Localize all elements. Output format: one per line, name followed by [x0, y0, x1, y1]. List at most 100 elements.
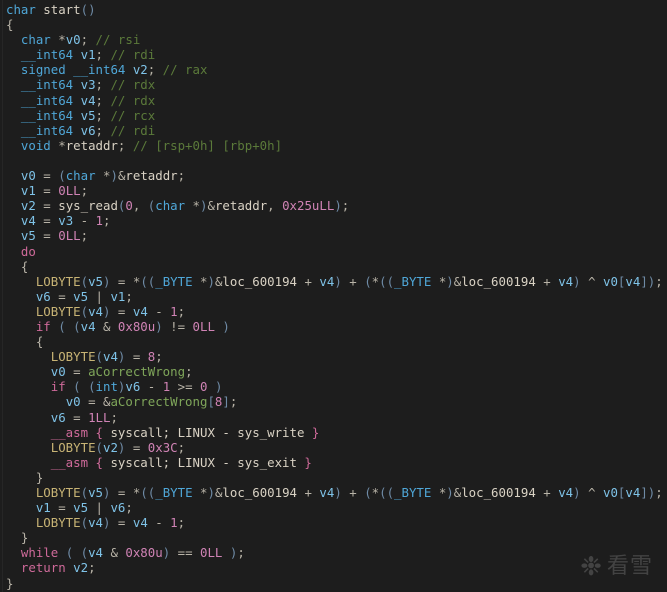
token-key: __int64 — [20, 122, 74, 138]
code-line[interactable]: return v2; — [0, 560, 667, 575]
token-op: = * — [110, 485, 141, 500]
code-line[interactable]: LOBYTE(v4) = v4 - 1; — [0, 515, 667, 530]
token-com: // rax — [155, 62, 208, 78]
code-line[interactable]: v5 = 0LL; — [0, 228, 667, 243]
code-line[interactable]: { — [0, 17, 667, 32]
code-line[interactable]: v0 = (char *)&retaddr; — [0, 168, 667, 183]
code-line[interactable]: char start() — [0, 2, 667, 17]
token-id: retaddr — [125, 168, 178, 184]
token-id — [6, 244, 21, 259]
token-op: = — [50, 500, 74, 516]
token-var: v4 — [132, 303, 148, 319]
code-line[interactable]: { — [0, 259, 667, 274]
token-punct: ) — [222, 545, 238, 561]
token-op: = — [125, 439, 148, 455]
code-line[interactable]: v1 = 0LL; — [0, 183, 667, 198]
token-op: , — [132, 198, 148, 214]
code-line[interactable]: if ( (v4 & 0x80u) != 0LL ) — [0, 319, 667, 334]
code-line[interactable]: __int64 v4; // rdx — [0, 93, 667, 108]
token-var: v5 — [88, 273, 103, 289]
token-var: v4 — [88, 303, 103, 319]
code-line[interactable]: LOBYTE(v2) = 0x3C; — [0, 440, 667, 455]
token-id — [6, 319, 36, 334]
token-flow: return — [20, 560, 66, 576]
token-id — [6, 364, 51, 379]
token-id — [6, 410, 51, 425]
token-id — [6, 93, 21, 108]
token-punct: ( — [364, 485, 372, 500]
token-op: ; — [125, 500, 133, 516]
code-line[interactable]: LOBYTE(v4) = 8; — [0, 349, 667, 364]
code-line[interactable]: LOBYTE(v5) = *((_BYTE *)&loc_600194 + v4… — [0, 485, 667, 500]
token-op: = — [35, 213, 59, 229]
token-op: ; — [95, 77, 103, 93]
code-line[interactable]: __int64 v5; // rcx — [0, 108, 667, 123]
token-op: ; — [177, 168, 186, 184]
token-op: + — [535, 273, 559, 289]
token-var: v0 — [603, 485, 618, 500]
token-brace: { — [35, 334, 44, 350]
code-line[interactable]: v6 = 1LL; — [0, 410, 667, 425]
code-line[interactable]: do — [0, 244, 667, 259]
token-num: 1LL — [88, 409, 111, 425]
token-com: // rsi — [88, 32, 141, 48]
token-id — [6, 425, 51, 440]
token-punct: ) — [573, 273, 581, 289]
token-var: v5 — [80, 107, 96, 123]
token-str: aCorrectWrong — [88, 364, 186, 380]
token-id — [6, 62, 21, 77]
code-line[interactable]: v6 = v5 | v1; — [0, 289, 667, 304]
code-line[interactable]: void *retaddr; // [rsp+0h] [rbp+0h] — [0, 138, 667, 153]
token-num: 0 — [125, 198, 133, 214]
code-line[interactable]: LOBYTE(v5) = *((_BYTE *)&loc_600194 + v4… — [0, 274, 667, 289]
code-line[interactable]: v0 = aCorrectWrong; — [0, 364, 667, 379]
code-line[interactable]: __int64 v1; // rdi — [0, 47, 667, 62]
token-op: ; — [229, 394, 238, 410]
code-line[interactable]: } — [0, 530, 667, 545]
token-punct: ]) — [640, 273, 656, 289]
code-line[interactable]: __asm { syscall; LINUX - sys_write } — [0, 425, 667, 440]
token-op: = — [125, 349, 148, 365]
code-line[interactable]: __asm { syscall; LINUX - sys_exit } — [0, 455, 667, 470]
code-line[interactable]: LOBYTE(v4) = v4 - 1; — [0, 304, 667, 319]
token-op: | — [88, 288, 111, 304]
token-op: , — [267, 198, 283, 214]
code-line[interactable]: v4 = v3 - 1; — [0, 213, 667, 228]
token-brace: } — [20, 530, 29, 546]
token-var: v2 — [20, 198, 36, 214]
code-line[interactable]: char *v0; // rsi — [0, 32, 667, 47]
token-var: v0 — [65, 32, 81, 48]
token-punct: ) — [334, 485, 342, 500]
token-op: & — [95, 318, 118, 334]
token-op: = — [50, 288, 74, 304]
code-line[interactable]: { — [0, 334, 667, 349]
code-line[interactable]: v2 = sys_read(0, (char *)&retaddr, 0x25u… — [0, 198, 667, 213]
code-line[interactable]: } — [0, 576, 667, 591]
code-line-list[interactable]: char start(){ char *v0; // rsi __int64 v… — [0, 2, 667, 591]
code-line[interactable]: v0 = &aCorrectWrong[8]; — [0, 394, 667, 409]
token-com: // rcx — [103, 107, 156, 123]
token-op: ; — [185, 364, 193, 380]
code-line[interactable]: } — [0, 470, 667, 485]
token-var: v2 — [103, 439, 118, 455]
token-flow: do — [20, 243, 36, 259]
code-line[interactable]: while ( (v4 & 0x80u) == 0LL ); — [0, 545, 667, 560]
token-flow: if — [50, 379, 66, 395]
token-key: char — [6, 2, 36, 17]
token-var: v4 — [558, 485, 574, 500]
pseudocode-view[interactable]: char start(){ char *v0; // rsi __int64 v… — [0, 0, 667, 592]
code-line[interactable]: __int64 v6; // rdi — [0, 123, 667, 138]
token-flow: while — [20, 545, 59, 561]
code-line[interactable] — [0, 153, 667, 168]
code-line[interactable]: if ( (int)v6 - 1 >= 0 ) — [0, 379, 667, 394]
token-op: * — [50, 137, 66, 153]
token-fn: LOBYTE — [50, 349, 96, 365]
token-var: v1 — [20, 183, 36, 199]
token-asmop: } — [296, 454, 312, 470]
token-var: v3 — [80, 77, 96, 93]
token-op: * — [185, 198, 201, 214]
code-line[interactable]: signed __int64 v2; // rax — [0, 62, 667, 77]
code-line[interactable]: __int64 v3; // rdx — [0, 77, 667, 92]
code-line[interactable]: v1 = v5 | v6; — [0, 500, 667, 515]
token-var: v4 — [20, 213, 36, 229]
